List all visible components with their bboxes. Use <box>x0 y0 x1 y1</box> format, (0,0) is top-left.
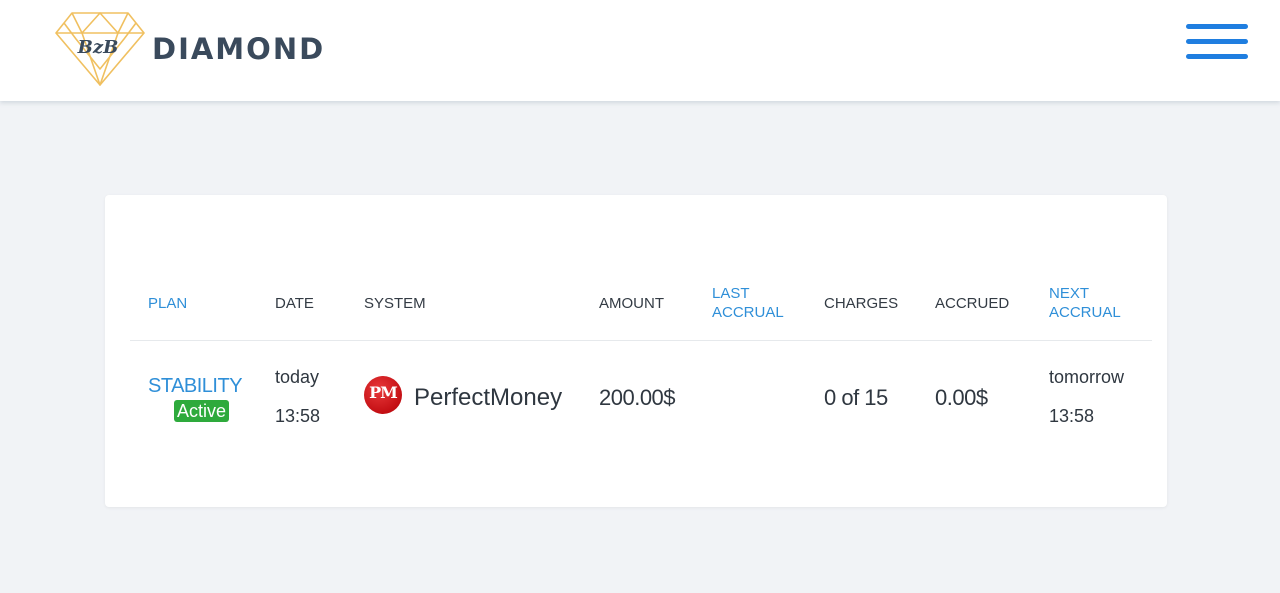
column-header-last-accrual[interactable]: LAST ACCRUAL <box>712 284 784 322</box>
plan-link[interactable]: STABILITY <box>148 375 243 398</box>
column-header-amount: AMOUNT <box>599 295 664 312</box>
site-header: BzB DIAMOND <box>0 0 1280 101</box>
payment-system: PerfectMoney <box>414 384 563 411</box>
column-header-next-accrual[interactable]: NEXT ACCRUAL <box>1049 284 1121 322</box>
date-time: 13:58 <box>275 406 321 426</box>
perfectmoney-logo-icon: PM <box>364 376 402 414</box>
diamond-logo-icon: BzB <box>55 12 145 86</box>
column-header-date: DATE <box>275 295 314 312</box>
column-header-charges: CHARGES <box>824 295 899 312</box>
deposits-table: PLAN DATE SYSTEM AMOUNT LAST ACCRUAL CHA… <box>105 195 1167 507</box>
brand-logo[interactable]: BzB DIAMOND <box>54 8 325 88</box>
column-header-accrued: ACCRUED <box>935 295 1010 312</box>
accrued-value: 0.00$ <box>935 385 988 410</box>
table-divider <box>130 340 1152 341</box>
status-badge: Active <box>174 400 230 422</box>
hamburger-menu-icon[interactable] <box>1186 24 1250 64</box>
date-day: today <box>275 367 320 387</box>
charges-value: 0 of 15 <box>824 385 888 410</box>
column-header-system: SYSTEM <box>364 295 426 312</box>
next-accrual-day: tomorrow <box>1049 367 1125 387</box>
amount-value: 200.00$ <box>599 385 676 410</box>
next-accrual-time: 13:58 <box>1049 406 1095 426</box>
column-header-plan[interactable]: PLAN <box>148 294 187 313</box>
brand-name: DIAMOND <box>152 32 326 66</box>
svg-text:BzB: BzB <box>77 37 119 58</box>
